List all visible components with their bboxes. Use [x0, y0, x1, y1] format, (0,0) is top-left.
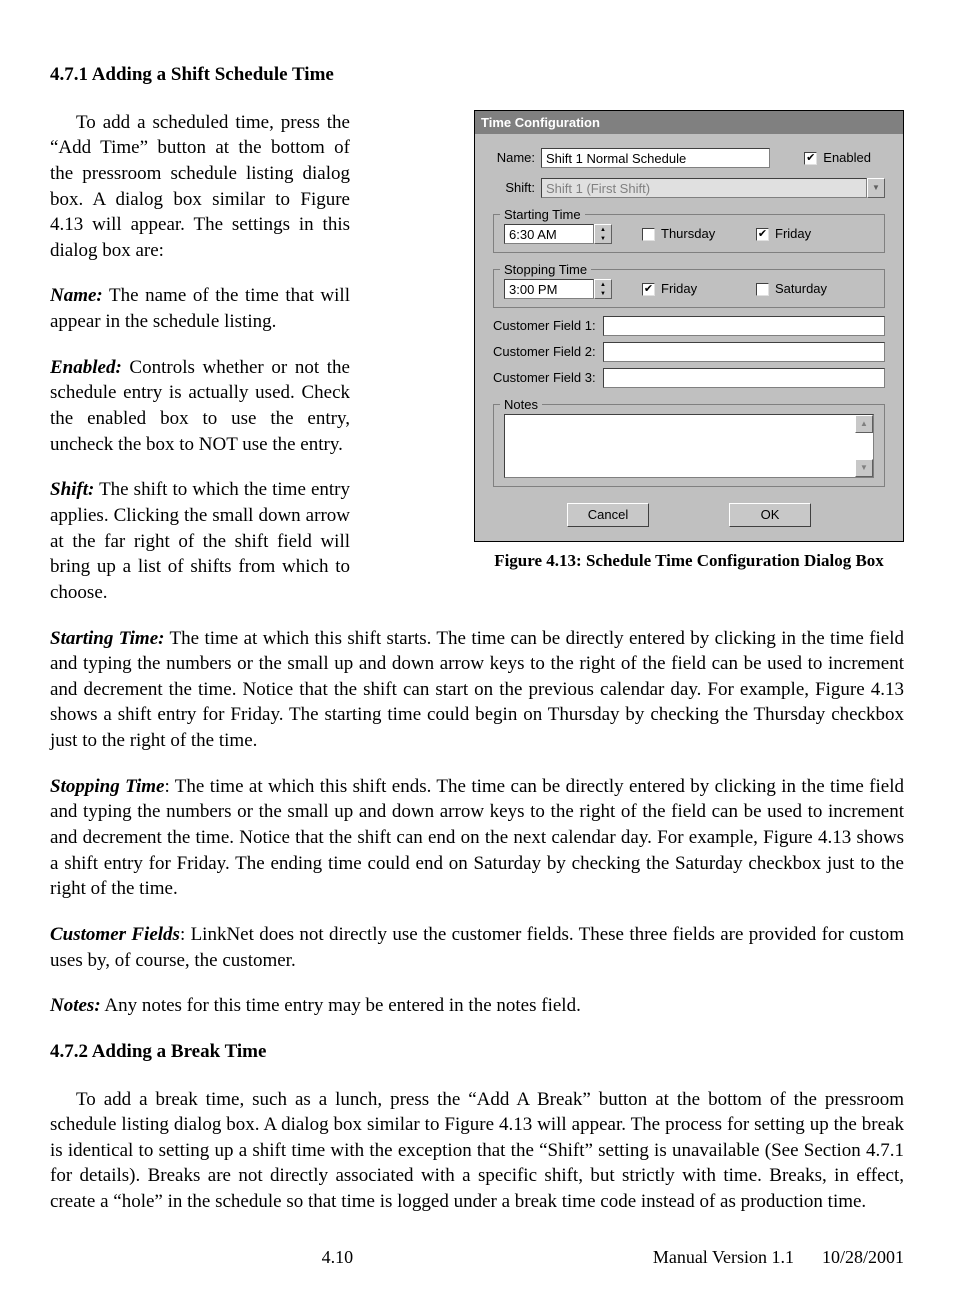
scroll-down-icon[interactable]: ▼	[855, 459, 873, 477]
start-thursday-checkbox[interactable]: Thursday	[642, 225, 742, 243]
footer-date: 10/28/2001	[822, 1245, 904, 1269]
check-icon: ✔	[804, 152, 817, 165]
def-starting-time: Starting Time: The time at which this sh…	[50, 626, 904, 754]
figure-413: Time Configuration Name: Shift 1 Normal …	[474, 110, 904, 573]
cf1-label: Customer Field 1:	[493, 317, 603, 335]
def-shift: Shift: The shift to which the time entry…	[50, 477, 350, 605]
page-number: 4.10	[50, 1245, 625, 1269]
stop-saturday-checkbox[interactable]: Saturday	[756, 280, 827, 298]
scroll-up-icon[interactable]: ▲	[855, 415, 873, 433]
chevron-down-icon[interactable]: ▼	[867, 178, 885, 198]
notes-textarea[interactable]: ▲ ▼	[504, 414, 874, 478]
spin-up-icon: ▲	[595, 225, 611, 234]
friday-label: Friday	[661, 280, 697, 298]
start-time-input[interactable]: 6:30 AM	[504, 224, 594, 244]
start-friday-checkbox[interactable]: ✔ Friday	[756, 225, 811, 243]
section-heading-471: 4.7.1 Adding a Shift Schedule Time	[50, 62, 904, 88]
page-footer: 4.10 Manual Version 1.1 10/28/2001	[50, 1245, 904, 1269]
check-icon: ✔	[756, 228, 769, 241]
figure-caption: Figure 4.13: Schedule Time Configuration…	[474, 550, 904, 573]
notes-group: Notes ▲ ▼	[493, 404, 885, 487]
cf2-input[interactable]	[603, 342, 885, 362]
def-customer-fields: Customer Fields: LinkNet does not direct…	[50, 922, 904, 973]
stopping-time-legend: Stopping Time	[500, 261, 591, 279]
spin-down-icon: ▼	[595, 234, 611, 243]
name-label: Name:	[493, 149, 535, 167]
def-name: Name: The name of the time that will app…	[50, 283, 350, 334]
dialog-titlebar: Time Configuration	[475, 111, 903, 135]
check-icon: ✔	[642, 283, 655, 296]
time-config-dialog: Time Configuration Name: Shift 1 Normal …	[474, 110, 904, 543]
stop-time-input[interactable]: 3:00 PM	[504, 279, 594, 299]
checkbox-empty-icon	[642, 228, 655, 241]
stop-friday-checkbox[interactable]: ✔ Friday	[642, 280, 742, 298]
spin-down-icon: ▼	[595, 289, 611, 298]
break-paragraph: To add a break time, such as a lunch, pr…	[50, 1087, 904, 1215]
cf3-input[interactable]	[603, 368, 885, 388]
section-heading-472: 4.7.2 Adding a Break Time	[50, 1039, 904, 1065]
start-time-spinner[interactable]: ▲ ▼	[594, 224, 612, 244]
stop-time-spinner[interactable]: ▲ ▼	[594, 279, 612, 299]
def-enabled: Enabled: Controls whether or not the sch…	[50, 355, 350, 458]
manual-version: Manual Version 1.1	[653, 1245, 794, 1269]
spin-up-icon: ▲	[595, 280, 611, 289]
shift-label: Shift:	[493, 179, 535, 197]
enabled-checkbox[interactable]: ✔ Enabled	[804, 149, 871, 167]
thursday-label: Thursday	[661, 225, 715, 243]
two-column-layout: Time Configuration Name: Shift 1 Normal …	[50, 110, 904, 626]
name-input[interactable]: Shift 1 Normal Schedule	[541, 148, 770, 168]
saturday-label: Saturday	[775, 280, 827, 298]
intro-paragraph: To add a scheduled time, press the “Add …	[50, 110, 350, 264]
checkbox-empty-icon	[756, 283, 769, 296]
enabled-label: Enabled	[823, 149, 871, 167]
notes-legend: Notes	[500, 396, 542, 414]
starting-time-group: Starting Time 6:30 AM ▲ ▼ Thursday	[493, 214, 885, 253]
cf3-label: Customer Field 3:	[493, 369, 603, 387]
shift-select[interactable]: Shift 1 (First Shift)	[541, 178, 867, 198]
def-notes: Notes: Any notes for this time entry may…	[50, 993, 904, 1019]
cf1-input[interactable]	[603, 316, 885, 336]
cancel-button[interactable]: Cancel	[567, 503, 649, 527]
cf2-label: Customer Field 2:	[493, 343, 603, 361]
friday-label: Friday	[775, 225, 811, 243]
def-stopping-time: Stopping Time: The time at which this sh…	[50, 774, 904, 902]
stopping-time-group: Stopping Time 3:00 PM ▲ ▼ ✔ Friday	[493, 269, 885, 308]
ok-button[interactable]: OK	[729, 503, 811, 527]
starting-time-legend: Starting Time	[500, 206, 585, 224]
